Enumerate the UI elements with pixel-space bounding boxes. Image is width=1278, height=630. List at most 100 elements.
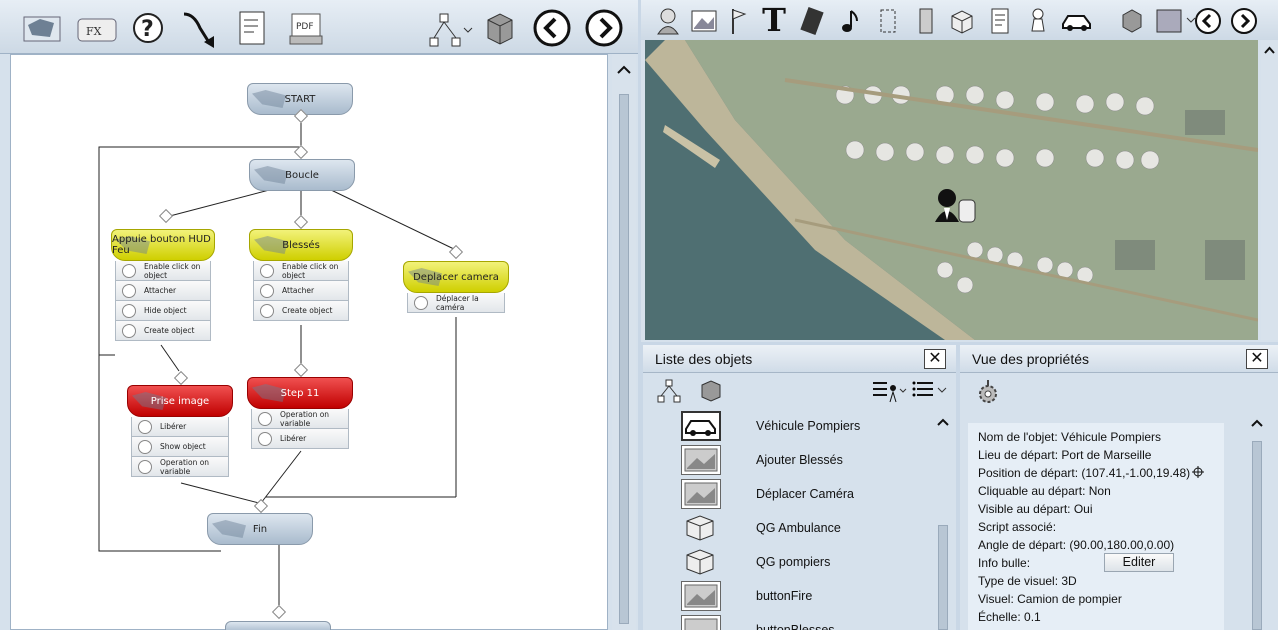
script-icon[interactable] — [234, 8, 270, 48]
property-tooltip: Info bulle: — [978, 556, 1031, 570]
crosshair-icon[interactable] — [1192, 466, 1205, 481]
object-list[interactable]: Véhicule Pompiers Ajouter Blessés Déplac… — [643, 409, 938, 630]
forward-icon[interactable] — [1229, 6, 1259, 36]
scroll-up-icon[interactable] — [1248, 415, 1266, 431]
properties-scrollbar[interactable] — [1248, 415, 1266, 630]
node-action-row[interactable]: Create object — [253, 301, 349, 321]
node-action-row[interactable]: Operation on variable — [251, 409, 349, 429]
node-blesses[interactable]: Blessés Enable click on object Attacher … — [249, 229, 353, 321]
car-icon — [681, 411, 721, 441]
cube-icon[interactable] — [947, 6, 977, 36]
property-start-position: Position de départ: (107.41,-1.00,19.48) — [978, 466, 1205, 481]
scroll-up-icon[interactable] — [1261, 42, 1278, 58]
node-action-row[interactable]: Libérer — [131, 417, 229, 437]
property-start-position-text: Position de départ: (107.41,-1.00,19.48) — [978, 466, 1191, 480]
box-icon[interactable] — [482, 10, 518, 48]
list-item-label: Déplacer Caméra — [756, 487, 854, 501]
node-prise-image[interactable]: Prise image Libérer Show object Operatio… — [127, 385, 233, 477]
pdf-icon[interactable]: PDF — [288, 12, 324, 46]
settings-gear-icon[interactable] — [974, 377, 1002, 407]
list-sort-icon[interactable] — [911, 377, 951, 405]
action-icon — [138, 459, 152, 474]
fin-node[interactable]: Fin — [207, 513, 313, 545]
action-icon — [258, 431, 272, 446]
node-step-11[interactable]: Step 11 Operation on variable Libérer — [247, 377, 353, 449]
tree-icon[interactable] — [655, 377, 683, 405]
film-icon[interactable] — [797, 6, 827, 36]
character-icon[interactable] — [653, 6, 683, 36]
list-item[interactable]: Véhicule Pompiers — [643, 409, 938, 443]
list-item-label: QG Ambulance — [756, 521, 841, 535]
node-action-row[interactable]: Show object — [131, 437, 229, 457]
landscape-dropdown-icon[interactable] — [1155, 6, 1197, 36]
flow-scrollbar[interactable] — [612, 54, 636, 630]
list-item[interactable]: QG Ambulance — [643, 511, 938, 545]
action-icon — [122, 303, 136, 318]
image-icon — [681, 445, 721, 475]
tree-icon[interactable] — [424, 10, 474, 50]
car-icon[interactable] — [1059, 6, 1095, 36]
scroll-up-icon[interactable] — [935, 415, 951, 429]
node-action-row[interactable]: Operation on variable — [131, 457, 229, 477]
flow-canvas[interactable]: START Boucle Appuie bouton HUD Feu Enabl… — [10, 54, 608, 630]
map-scrollbar[interactable] — [1261, 40, 1278, 340]
node-action-row[interactable]: Hide object — [115, 301, 211, 321]
properties-title: Vue des propriétés — [972, 351, 1089, 367]
node-action-row[interactable]: Attacher — [253, 281, 349, 301]
image-icon[interactable] — [689, 6, 719, 36]
boucle-node[interactable]: Boucle — [249, 159, 355, 191]
image-icon — [681, 581, 721, 611]
scroll-thumb[interactable] — [1252, 441, 1262, 630]
node-action-row[interactable]: Enable click on object — [253, 261, 349, 281]
close-button[interactable]: ✕ — [924, 349, 946, 369]
arrow-down-icon[interactable] — [180, 8, 224, 52]
list-item[interactable]: Déplacer Caméra — [643, 477, 938, 511]
pawn-icon[interactable] — [1023, 6, 1053, 36]
text-tool-icon[interactable]: T — [757, 1, 791, 39]
flow-toolbar: FX ? PDF — [0, 0, 638, 54]
close-button[interactable]: ✕ — [1246, 349, 1268, 369]
script-icon[interactable] — [985, 6, 1015, 36]
node-deplacer-camera[interactable]: Deplacer camera Déplacer la caméra — [403, 261, 509, 313]
object-list-panel: Liste des objets ✕ Véhicule Pompiers Ajo… — [643, 345, 956, 630]
scroll-up-icon[interactable] — [612, 60, 636, 80]
list-item[interactable]: buttonBlesses — [643, 613, 938, 630]
fx-folder-icon[interactable]: FX — [76, 14, 118, 44]
object-list-scrollbar[interactable] — [935, 415, 951, 630]
property-script: Script associé: — [978, 520, 1057, 534]
node-action-row[interactable]: Libérer — [251, 429, 349, 449]
music-note-icon[interactable] — [837, 6, 863, 36]
vehicle-marker-icon[interactable] — [931, 186, 979, 226]
node-action-row[interactable]: Déplacer la caméra — [407, 293, 505, 313]
back-icon[interactable] — [532, 8, 572, 48]
scroll-thumb[interactable] — [619, 94, 629, 624]
flag-icon[interactable] — [725, 6, 751, 36]
list-item[interactable]: Ajouter Blessés — [643, 443, 938, 477]
forward-icon[interactable] — [584, 8, 624, 48]
next-node-partial[interactable] — [225, 621, 331, 630]
edit-button[interactable]: Editer — [1104, 553, 1174, 572]
box-icon[interactable] — [697, 377, 725, 405]
node-action-row[interactable]: Attacher — [115, 281, 211, 301]
map-icon[interactable] — [22, 12, 62, 44]
list-item[interactable]: buttonFire — [643, 579, 938, 613]
cube-icon — [681, 547, 721, 577]
door-icon[interactable] — [913, 6, 939, 36]
node-action-label: Enable click on object — [282, 261, 339, 280]
property-visible: Visible au départ: Oui — [978, 502, 1093, 516]
filter-person-icon[interactable] — [869, 377, 909, 405]
box-icon[interactable] — [1117, 6, 1147, 36]
image-icon — [681, 479, 721, 509]
selection-icon[interactable] — [875, 6, 901, 36]
list-item-label: buttonBlesses — [756, 623, 835, 630]
list-item[interactable]: QG pompiers — [643, 545, 938, 579]
map-panel: T — [641, 0, 1278, 342]
scroll-thumb[interactable] — [938, 525, 948, 630]
help-icon[interactable]: ? — [130, 10, 166, 46]
back-icon[interactable] — [1193, 6, 1223, 36]
node-action-label: Déplacer la caméra — [436, 293, 479, 312]
node-appuie-bouton[interactable]: Appuie bouton HUD Feu Enable click on ob… — [111, 229, 215, 341]
node-action-row[interactable]: Create object — [115, 321, 211, 341]
node-action-row[interactable]: Enable click on object — [115, 261, 211, 281]
aerial-map-view[interactable] — [645, 40, 1259, 340]
